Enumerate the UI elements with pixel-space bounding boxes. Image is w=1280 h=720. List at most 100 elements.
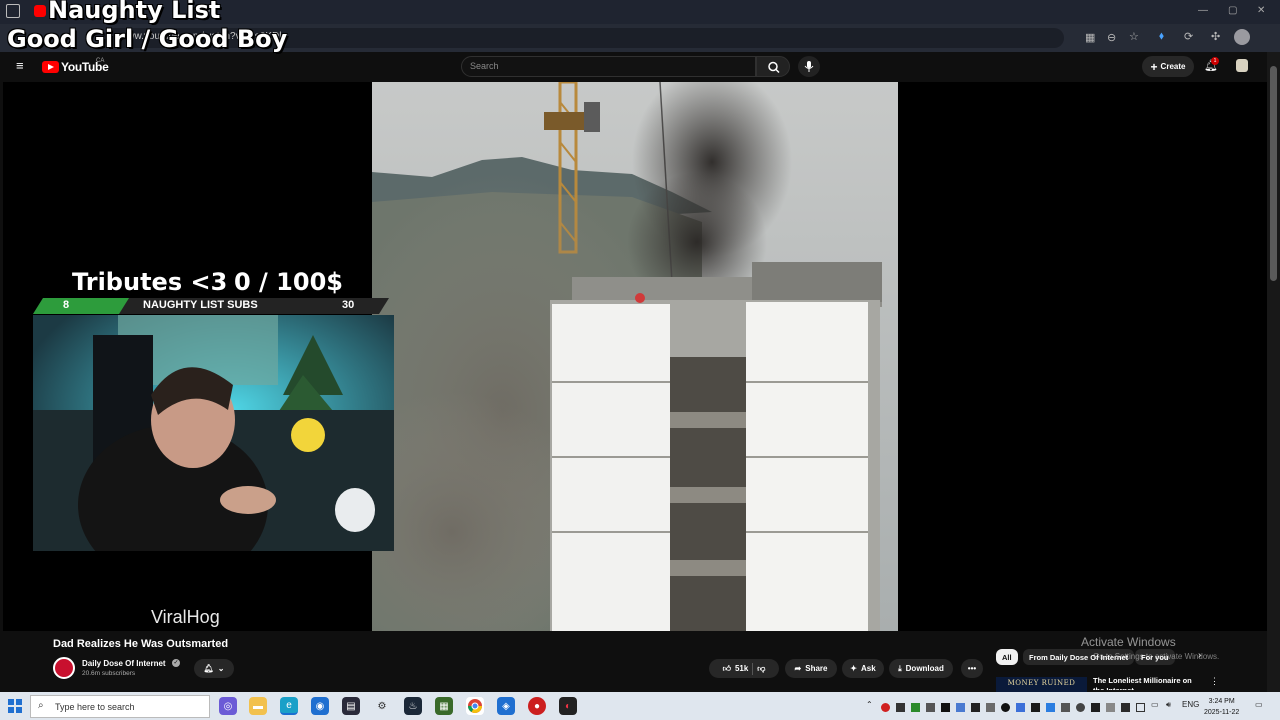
language-indicator[interactable]: ENG [1182, 700, 1199, 709]
minecraft-icon[interactable]: ▦ [435, 697, 453, 715]
edge-browser-icon[interactable]: e [280, 697, 298, 715]
tray-app-red-icon[interactable] [881, 703, 890, 712]
activate-windows-subtext: Go to Settings to activate Windows. [1093, 652, 1220, 661]
tray-app-icon-13[interactable] [1076, 703, 1085, 712]
tray-app-icon-15[interactable] [1106, 703, 1115, 712]
favorite-star-icon[interactable]: ☆ [1129, 30, 1139, 43]
tray-app-icon-6[interactable] [971, 703, 980, 712]
window-menu-icon[interactable] [6, 4, 20, 18]
verified-check-icon: ✓ [172, 659, 180, 667]
webcam-feed [33, 315, 394, 551]
extension-icon[interactable]: ⬧ [1159, 30, 1164, 43]
thumbs-down-icon[interactable]: 👎︎ [757, 664, 765, 674]
overlay-subtitle: Good Girl / Good Boy [7, 25, 288, 53]
copilot-app-icon[interactable]: ◎ [219, 697, 237, 715]
tray-app-icon-7[interactable] [986, 703, 995, 712]
tray-app-icon-11[interactable] [1046, 703, 1055, 712]
notification-center-icon[interactable]: ▭ [1255, 700, 1263, 709]
tributes-progress: 0 / 100$ [234, 268, 343, 296]
reading-view-icon[interactable]: ▦ [1085, 31, 1095, 44]
download-label: Download [905, 664, 944, 673]
channel-name[interactable]: Daily Dose Of Internet [82, 659, 166, 668]
video-title: Dad Realizes He Was Outsmarted [53, 638, 229, 650]
recommended-more-icon[interactable]: ⋮ [1210, 676, 1219, 687]
recommended-video-thumbnail[interactable]: MONEY RUINED [996, 677, 1087, 692]
subscribed-bell-button[interactable]: 🔔︎ ⌄ [194, 659, 234, 678]
bell-icon: 🔔︎ [203, 664, 214, 673]
tray-app-icon-1[interactable] [896, 703, 905, 712]
file-explorer-icon[interactable]: ▬ [249, 697, 267, 715]
hamburger-menu-icon[interactable]: ≡ [16, 59, 24, 72]
voice-search-button[interactable] [798, 56, 820, 77]
tray-app-icon-3[interactable] [926, 703, 935, 712]
plus-icon: + [1150, 59, 1158, 74]
chevron-down-icon: ⌄ [217, 664, 225, 673]
create-button[interactable]: + Create [1142, 56, 1194, 77]
channel-subscribers: 20.6m subscribers [82, 670, 136, 677]
subs-label: NAUGHTY LIST SUBS [143, 299, 258, 311]
more-dots-icon: ••• [967, 664, 977, 673]
like-count[interactable]: 51k [735, 664, 748, 673]
youtube-play-icon [48, 63, 54, 70]
volume-icon[interactable]: 🔊︎ [1166, 700, 1171, 710]
tray-app-icon-4[interactable] [941, 703, 950, 712]
app-icon-obs[interactable]: ◐ [559, 697, 577, 715]
chip-all[interactable]: All [996, 649, 1018, 665]
tray-app-icon-16[interactable] [1121, 703, 1130, 712]
app-icon-blue-2[interactable]: ◈ [497, 697, 515, 715]
taskbar-clock[interactable]: 3:24 PM 2025-11-22 [1204, 696, 1239, 718]
country-code: CA [96, 58, 105, 64]
profile-avatar[interactable] [1234, 29, 1250, 45]
share-label: Share [805, 664, 828, 673]
taskbar-search-input[interactable]: Type here to search [30, 695, 210, 718]
network-icon[interactable]: ▭ [1151, 700, 1159, 709]
more-actions-button[interactable]: ••• [961, 659, 983, 678]
tray-app-icon-5[interactable] [956, 703, 965, 712]
channel-avatar[interactable] [53, 657, 75, 679]
webcam-image [33, 315, 394, 551]
scrollbar-thumb[interactable] [1270, 66, 1277, 281]
activate-windows-watermark: Activate Windows [1081, 635, 1176, 649]
tray-app-icon-12[interactable] [1061, 703, 1070, 712]
tray-app-icon-8[interactable] [1001, 703, 1010, 712]
taskbar-search-placeholder: Type here to search [55, 701, 135, 712]
download-button[interactable]: ⤓ Download [889, 659, 953, 678]
zoom-icon[interactable]: ⊖ [1107, 31, 1116, 44]
recommended-video-title[interactable]: The Loneliest Millionaire on the Interne… [1093, 676, 1205, 690]
windows-start-icon[interactable] [8, 699, 22, 713]
chrome-icon[interactable] [466, 697, 484, 715]
tray-app-icon-2[interactable] [911, 703, 920, 712]
minimize-icon[interactable]: — [1198, 5, 1208, 16]
tributes-label: Tributes <3 [72, 268, 228, 296]
subs-goal: 30 [342, 299, 355, 311]
tray-app-icon-10[interactable] [1031, 703, 1040, 712]
share-button[interactable]: ➦ Share [785, 659, 837, 678]
app-icon-blue[interactable]: ◉ [311, 697, 329, 715]
download-icon: ⤓ [898, 663, 902, 673]
tray-overflow-chevron-icon[interactable]: ⌃ [866, 700, 873, 709]
steam-icon[interactable]: ♨ [404, 697, 422, 715]
thumbs-up-icon[interactable]: 👍︎ [723, 664, 731, 674]
settings-gear-icon[interactable]: ⚙ [373, 697, 391, 715]
maximize-icon[interactable]: ▢ [1228, 5, 1237, 16]
tray-app-icon-14[interactable] [1091, 703, 1100, 712]
overlay-title: Naughty List [48, 0, 221, 24]
app-icon-dark[interactable]: ▤ [342, 697, 360, 715]
search-button[interactable] [756, 56, 790, 77]
refresh-extension-icon[interactable]: ⟳ [1184, 30, 1193, 43]
video-watermark: ViralHog [151, 607, 220, 627]
puzzle-icon[interactable]: ✣ [1211, 30, 1220, 43]
video-frame[interactable] [372, 82, 898, 631]
account-avatar[interactable] [1236, 59, 1248, 72]
like-dislike-group: 👍︎ 51k 👎︎ [709, 659, 779, 678]
ask-button[interactable]: ✦ Ask [842, 659, 884, 678]
tray-app-icon-17[interactable] [1136, 703, 1145, 712]
search-placeholder: Search [470, 61, 499, 71]
search-input[interactable] [461, 56, 756, 77]
ask-label: Ask [861, 664, 876, 673]
tray-app-icon-9[interactable] [1016, 703, 1025, 712]
subs-goal-fill [33, 298, 129, 314]
app-icon-red[interactable]: ● [528, 697, 546, 715]
search-icon [768, 61, 780, 74]
close-window-icon[interactable]: ✕ [1257, 5, 1265, 16]
